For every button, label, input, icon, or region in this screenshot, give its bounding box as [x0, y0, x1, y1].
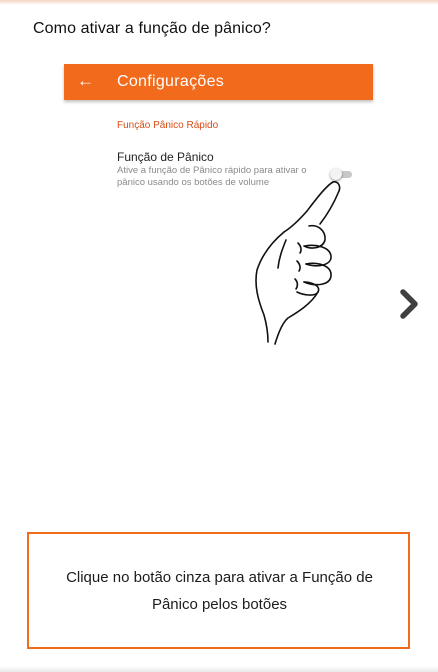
chevron-right-icon[interactable] — [398, 288, 422, 320]
settings-appbar: ← Configurações — [64, 64, 373, 100]
settings-title: Configurações — [117, 73, 225, 90]
instruction-box: Clique no botão cinza para ativar a Funç… — [27, 532, 410, 649]
section-header: Função Pânico Rápido — [117, 120, 219, 131]
embedded-screenshot: ← Configurações Função Pânico Rápido Fun… — [64, 64, 373, 354]
setting-title: Função de Pânico — [117, 150, 214, 164]
setting-description: Ative a função de Pânico rápido para ati… — [117, 165, 307, 188]
arrow-left-icon[interactable]: ← — [77, 71, 94, 91]
top-accent-bar — [0, 0, 438, 5]
bottom-divider — [0, 666, 438, 672]
tutorial-page: Como ativar a função de pânico? ← Config… — [0, 0, 438, 672]
panic-toggle-thumb[interactable] — [330, 168, 342, 180]
question-title: Como ativar a função de pânico? — [33, 20, 271, 37]
instruction-text: Clique no botão cinza para ativar a Funç… — [66, 569, 373, 613]
